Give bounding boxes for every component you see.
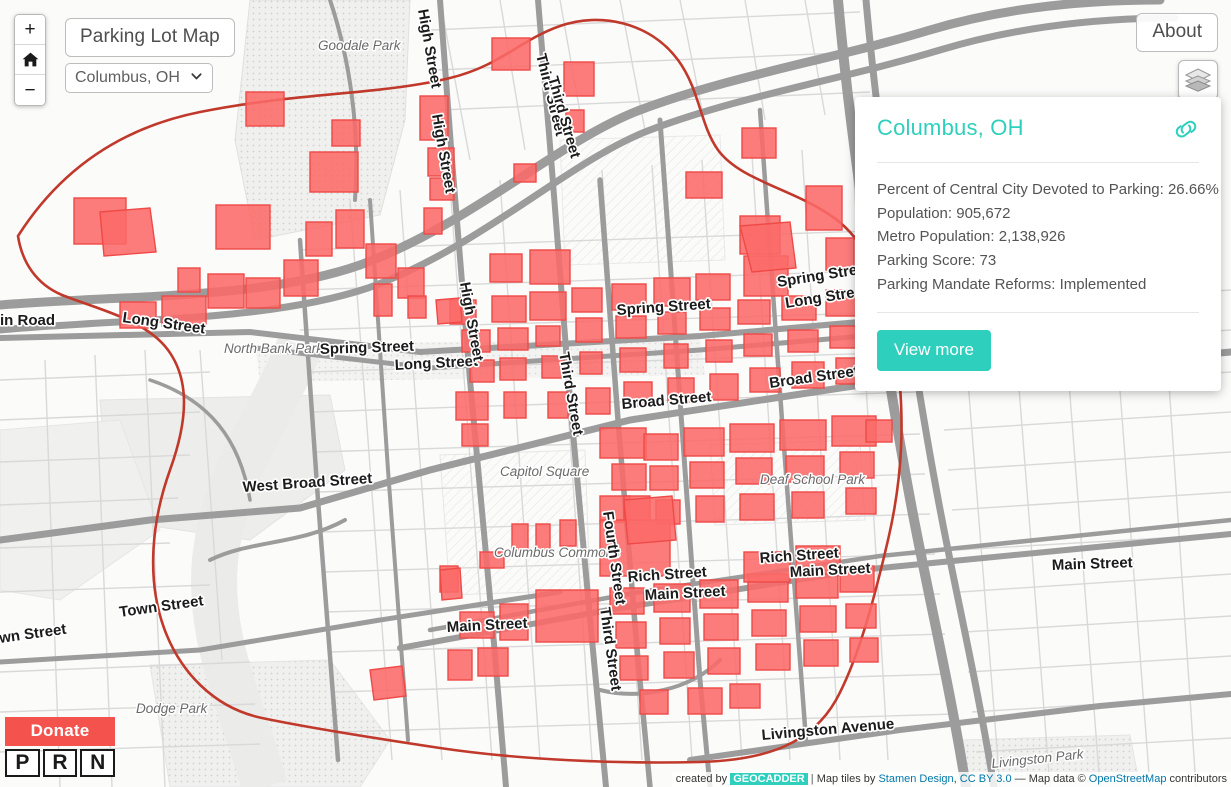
attribution-bar: created by GEOCADDER | Map tiles by Stam… [671, 772, 1231, 787]
donate-button[interactable]: Donate [5, 716, 115, 746]
parking-lot-map-app: Goodale Park High Street Third Street High … [0, 0, 1231, 787]
prn-letter-n: N [80, 748, 116, 777]
info-stat-0: Percent of Central City Devoted to Parki… [877, 181, 1219, 198]
map-label-7: North Bank Park [224, 341, 324, 356]
link-chain-icon[interactable] [1173, 117, 1199, 146]
home-icon [22, 52, 38, 67]
info-panel-title: Columbus, OH [877, 115, 1024, 140]
prn-letter-r: R [42, 748, 78, 777]
page-title: Parking Lot Map [65, 18, 235, 57]
map-label-0: Goodale Park [318, 38, 402, 53]
map-label-20: Columbus Commons [494, 545, 620, 560]
info-stat-2: Metro Population: 2,138,926 [877, 228, 1066, 246]
info-stats-list: Percent of Central City Devoted to Parki… [877, 178, 1219, 296]
openstreetmap-link[interactable]: OpenStreetMap [1089, 773, 1167, 785]
attr-comma: , [953, 773, 957, 785]
cc-license-link[interactable]: CC BY 3.0 [960, 773, 1012, 785]
city-info-panel: Columbus, OH Percent of Central City Dev… [855, 97, 1221, 392]
attr-contributors: contributors [1169, 773, 1227, 785]
prn-donate-badge[interactable]: Donate PRN [5, 716, 116, 777]
info-divider-bottom [877, 312, 1199, 314]
map-label-5: in Road [0, 312, 55, 329]
zoom-control-group[interactable]: + − [14, 14, 46, 106]
info-stat-4: Parking Mandate Reforms: Implemented [877, 275, 1147, 293]
plus-icon: + [24, 19, 36, 40]
stamen-design-link[interactable]: Stamen Design [878, 773, 953, 785]
info-stat-1: Population: 905,672 [877, 204, 1011, 222]
about-button[interactable]: About [1136, 13, 1218, 52]
prn-letter-p: P [5, 748, 40, 777]
map-label-8: Spring Street [320, 338, 415, 358]
info-stat-3: Parking Score: 73 [877, 252, 997, 270]
layers-button[interactable] [1178, 60, 1218, 100]
home-button[interactable] [15, 45, 45, 75]
minus-icon: − [24, 79, 36, 101]
zoom-in-button[interactable]: + [15, 15, 45, 45]
map-label-18: Deaf School Park [760, 472, 866, 487]
info-panel-header: Columbus, OH [877, 115, 1199, 146]
map-label-17: Capitol Square [500, 464, 589, 479]
attr-created-by: created by [675, 773, 728, 785]
city-select[interactable]: Columbus, OH [65, 63, 213, 93]
attr-tiles-by: Map tiles by [816, 773, 876, 785]
zoom-out-button[interactable]: − [15, 75, 45, 105]
map-label-26: Main Street [1052, 554, 1133, 574]
map-label-31: Dodge Park [136, 701, 209, 716]
info-divider-top [877, 162, 1199, 163]
city-select-wrapper[interactable]: Columbus, OH [65, 63, 213, 93]
attr-dash: — [1014, 773, 1026, 785]
attr-map-data: Map data © [1028, 773, 1086, 785]
attr-separator-1: | [810, 773, 814, 785]
geocadder-link[interactable]: GEOCADDER [730, 773, 808, 785]
layers-stack-icon [1185, 68, 1211, 92]
prn-logo: PRN [5, 748, 116, 777]
view-more-button[interactable]: View more [877, 330, 991, 372]
